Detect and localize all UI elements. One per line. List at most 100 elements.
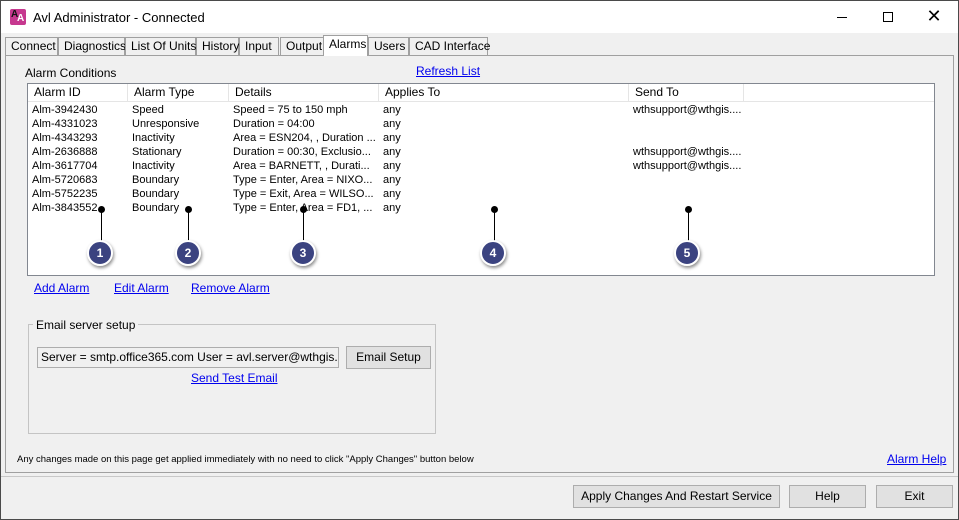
email-server-group-title: Email server setup [33, 318, 139, 332]
close-button[interactable]: ✕ [911, 1, 957, 33]
table-row[interactable]: Alm-3843552 Boundary Type = Enter, Area = … [28, 201, 934, 215]
table-row[interactable]: Alm-5720683 Boundary Type = Enter, Area = … [28, 173, 934, 187]
tab-list-of-units[interactable]: List Of Units [125, 37, 196, 55]
callout-leader-line [188, 209, 189, 241]
table-cell [629, 187, 744, 201]
table-cell: Area = ESN204, , Duration ... [233, 132, 376, 144]
table-cell: any [383, 174, 401, 186]
table-cell: any [383, 188, 401, 200]
callout-leader-line [101, 209, 102, 241]
exit-button[interactable]: Exit [876, 485, 953, 508]
minimize-button[interactable] [819, 1, 865, 33]
minimize-icon [837, 16, 847, 18]
callout-badge-1: 1 [87, 240, 113, 266]
callout-anchor-dot [98, 206, 105, 213]
column-header-details[interactable]: Details [229, 84, 379, 102]
table-cell: Boundary [132, 174, 180, 186]
tab-cad-interface[interactable]: CAD Interface [409, 37, 490, 55]
callout-anchor-dot [300, 206, 307, 213]
table-cell: Speed [132, 104, 164, 116]
column-header-alarm-id[interactable]: Alarm ID [28, 84, 128, 102]
column-header-filler [744, 84, 934, 102]
send-test-email-link[interactable]: Send Test Email [191, 371, 278, 385]
table-cell: Alm-5752235 [32, 188, 98, 200]
alarm-list-header: Alarm ID Alarm Type Details Applies To S… [28, 84, 934, 102]
app-window: A A Avl Administrator - Connected ✕ Conn… [0, 0, 959, 520]
column-header-alarm-type[interactable]: Alarm Type [128, 84, 229, 102]
table-cell [629, 131, 744, 145]
table-cell: any [383, 104, 401, 116]
email-server-field[interactable]: Server = smtp.office365.com User = avl.s… [37, 347, 339, 368]
table-cell: Boundary [132, 188, 180, 200]
table-row[interactable]: Alm-4331023 Unresponsive Duration = 04:00 a… [28, 117, 934, 131]
add-alarm-link[interactable]: Add Alarm [34, 281, 89, 295]
callout-badge-4: 4 [480, 240, 506, 266]
table-cell: wthsupport@wthgis.... [633, 146, 742, 158]
table-cell: Unresponsive [132, 118, 200, 130]
callout-leader-line [303, 209, 304, 241]
table-cell: wthsupport@wthgis.... [633, 160, 742, 172]
callout-badge-3: 3 [290, 240, 316, 266]
tab-output[interactable]: Output [280, 37, 325, 55]
table-cell [629, 173, 744, 187]
maximize-icon [883, 12, 893, 22]
callout-anchor-dot [185, 206, 192, 213]
table-cell: Type = Enter, Area = NIXO... [233, 174, 373, 186]
callout-badge-5: 5 [674, 240, 700, 266]
table-cell: Type = Exit, Area = WILSO... [233, 188, 374, 200]
table-cell: Inactivity [132, 132, 175, 144]
table-row[interactable]: Alm-5752235 Boundary Type = Exit, Area = W… [28, 187, 934, 201]
table-cell: Inactivity [132, 160, 175, 172]
table-cell: any [383, 118, 401, 130]
table-cell: Alm-3843552 [32, 202, 98, 214]
app-icon-letter: A [17, 13, 25, 24]
table-row[interactable]: Alm-2636888 Stationary Duration = 00:30, E… [28, 145, 934, 159]
callout-leader-line [688, 209, 689, 241]
tab-users[interactable]: Users [368, 37, 409, 55]
table-row[interactable]: Alm-3942430 Speed Speed = 75 to 150 mph any… [28, 103, 934, 117]
table-cell: Duration = 00:30, Exclusio... [233, 146, 371, 158]
table-cell: Alm-4331023 [32, 118, 98, 130]
refresh-list-link[interactable]: Refresh List [416, 64, 480, 78]
callout-leader-line [494, 209, 495, 241]
tab-input[interactable]: Input [239, 37, 279, 55]
tab-connect[interactable]: Connect [5, 37, 58, 55]
table-cell: Alm-4343293 [32, 132, 98, 144]
tab-diagnostics[interactable]: Diagnostics [58, 37, 126, 55]
remove-alarm-link[interactable]: Remove Alarm [191, 281, 270, 295]
apply-notice-text: Any changes made on this page get applie… [17, 454, 474, 465]
table-cell: Boundary [132, 202, 180, 214]
maximize-button[interactable] [865, 1, 911, 33]
apply-changes-restart-button[interactable]: Apply Changes And Restart Service [573, 485, 780, 508]
table-cell: Alm-5720683 [32, 174, 98, 186]
table-row[interactable]: Alm-4343293 Inactivity Area = ESN204, , Du… [28, 131, 934, 145]
close-icon: ✕ [926, 6, 942, 27]
alarm-conditions-label: Alarm Conditions [25, 66, 117, 80]
table-cell: any [383, 146, 401, 158]
table-cell: any [383, 202, 401, 214]
title-bar: A A Avl Administrator - Connected ✕ [1, 1, 958, 33]
avl-app-icon: A A [10, 9, 26, 25]
table-cell: any [383, 132, 401, 144]
table-cell: Alm-3942430 [32, 104, 98, 116]
table-cell: Stationary [132, 146, 182, 158]
window-title: Avl Administrator - Connected [33, 10, 205, 25]
callout-badge-2: 2 [175, 240, 201, 266]
column-header-applies-to[interactable]: Applies To [379, 84, 629, 102]
help-button[interactable]: Help [789, 485, 866, 508]
table-cell: Speed = 75 to 150 mph [233, 104, 348, 116]
table-cell: Alm-2636888 [32, 146, 98, 158]
table-cell: Alm-3617704 [32, 160, 98, 172]
tab-alarms[interactable]: Alarms [323, 35, 368, 56]
table-row[interactable]: Alm-3617704 Inactivity Area = BARNETT, , D… [28, 159, 934, 173]
tab-history[interactable]: History [196, 37, 239, 55]
column-header-send-to[interactable]: Send To [629, 84, 744, 102]
callout-anchor-dot [491, 206, 498, 213]
email-setup-button[interactable]: Email Setup [346, 346, 431, 369]
callout-anchor-dot [685, 206, 692, 213]
table-cell: Duration = 04:00 [233, 118, 315, 130]
alarm-help-link[interactable]: Alarm Help [887, 452, 946, 466]
table-cell: Area = BARNETT, , Durati... [233, 160, 370, 172]
table-cell: any [383, 160, 401, 172]
edit-alarm-link[interactable]: Edit Alarm [114, 281, 169, 295]
